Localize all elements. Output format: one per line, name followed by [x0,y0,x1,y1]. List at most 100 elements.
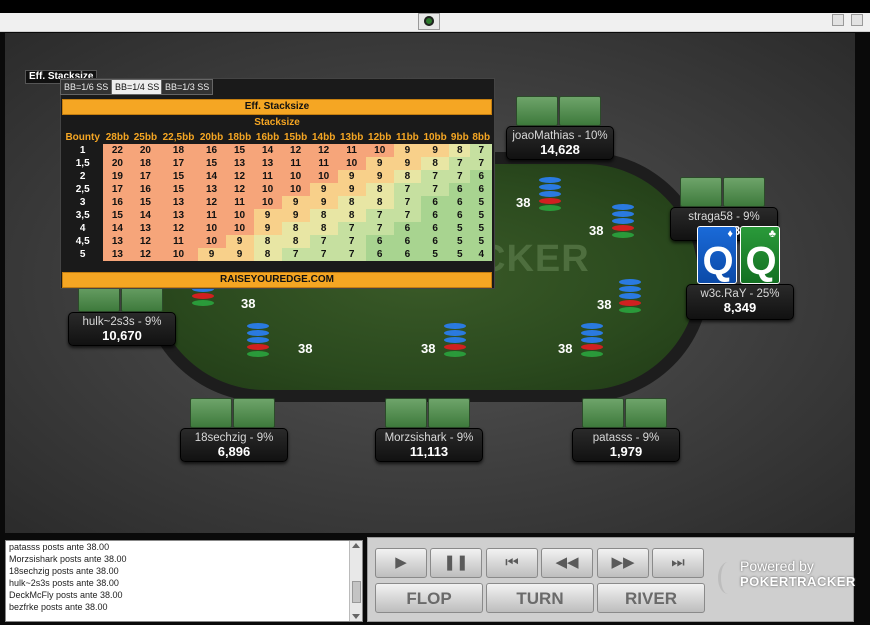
pause-icon[interactable]: ❚❚ [430,548,482,578]
table-cell: 10 [281,183,310,196]
table-cell: 7 [337,248,366,261]
card-back [559,96,601,126]
bet-amount: 38 [516,195,531,210]
table-cell: 6 [449,196,471,209]
table-cell: 5 [449,222,471,235]
table-cell: 18 [131,157,160,170]
table-cell: 10 [197,235,226,248]
table-cell: 13 [131,222,160,235]
chip-stack [581,322,603,358]
table-cell: 9 [253,209,282,222]
table-cell: 6 [365,248,394,261]
table-cell: 7 [309,248,338,261]
table-cell: 7 [470,157,492,170]
chip-stack [444,322,466,358]
column-header: 22,5bb [162,131,195,143]
player-stack: 6,896 [217,444,251,459]
table-cell: 9 [337,183,366,196]
seat-4[interactable]: patasss - 9% 1,979 [572,398,680,462]
skip-end-icon[interactable]: ⏭ [652,548,704,578]
app-icon[interactable] [418,13,440,30]
table-cell: 13 [159,196,198,209]
seat-5[interactable]: Morzsishark - 9% 11,113 [375,398,483,462]
tab-bb-1-4[interactable]: BB=1/4 SS [111,79,164,95]
player-plate: joaoMathias - 10% 14,628 [506,126,614,160]
table-cell: 7 [421,183,450,196]
player-name: patasss - 9% [592,432,660,444]
table-cell: 6 [449,183,471,196]
scroll-thumb[interactable] [352,581,361,603]
table-cell: 16 [103,196,132,209]
table-cell: 10 [197,222,226,235]
fast-forward-icon[interactable]: ▶▶ [597,548,649,578]
table-cell: 12 [131,235,160,248]
player-plate: hulk~2s3s - 9% 10,670 [68,312,176,346]
restore-icon[interactable] [832,14,844,26]
card-rank: Q [745,239,777,283]
chip-stack [192,285,214,321]
seat-7[interactable]: hulk~2s3s - 9% 10,670 [68,282,176,350]
tab-bb-1-6[interactable]: BB=1/6 SS [60,79,113,95]
play-icon[interactable]: ▶ [375,548,427,578]
table-cell: 12 [225,170,254,183]
table-cell: 8 [253,235,282,248]
column-header: 16bb [255,131,280,143]
table-cell: 8 [281,222,310,235]
table-cell: 20 [131,144,160,157]
column-header: 25bb [133,131,158,143]
table-cell: 7 [365,222,394,235]
flop-button[interactable]: FLOP [375,583,483,613]
table-cell: 6 [393,222,422,235]
close-icon[interactable] [851,14,863,26]
table-row: 4,5 13 12 11 10 9 8 8 7 7 6 6 6 5 5 [62,235,492,248]
turn-button[interactable]: TURN [486,583,594,613]
table-cell: 14 [197,170,226,183]
table-cell: 7 [449,170,471,183]
table-cell: 9 [365,157,394,170]
column-header: 28bb [105,131,130,143]
column-header: 20bb [199,131,224,143]
seat-6[interactable]: 18sechzig - 9% 6,896 [180,398,288,462]
seat-3-hero[interactable]: w3c.RaY - 25% 8,349 [686,284,794,320]
table-row: 2 19 17 15 14 12 11 10 10 9 9 8 7 7 6 [62,170,492,183]
table-cell: 12 [131,248,160,261]
table-cell: 13 [253,157,282,170]
player-name: Morzsishark - 9% [384,432,474,444]
table-cell: 7 [365,209,394,222]
table-cell: 14 [253,144,282,157]
card-back [385,398,427,428]
table-cell: 8 [337,209,366,222]
player-plate: patasss - 9% 1,979 [572,428,680,462]
seat-1[interactable]: joaoMathias - 10% 14,628 [506,96,614,160]
rewind-icon[interactable]: ◀◀ [541,548,593,578]
row-header: 3,5 [62,209,104,222]
table-cell: 7 [309,235,338,248]
table-row: 3,5 15 14 13 11 10 9 9 8 8 7 7 6 6 5 [62,209,492,222]
player-name: joaoMathias - 10% [512,130,608,142]
table-cell: 9 [393,157,422,170]
player-plate: Morzsishark - 9% 11,113 [375,428,483,462]
bet-amount: 38 [421,341,436,356]
table-cell: 12 [197,196,226,209]
river-button[interactable]: RIVER [597,583,705,613]
player-name: hulk~2s3s - 9% [82,316,162,328]
log-line: hulk~2s3s posts ante 38.00 [9,578,119,588]
table-cell: 8 [309,222,338,235]
table-cell: 11 [253,170,282,183]
player-plate: 18sechzig - 9% 6,896 [180,428,288,462]
hand-history-log[interactable]: patasss posts ante 38.00 Morzsishark pos… [5,540,363,622]
table-row: 1,5 20 18 17 15 13 13 11 11 10 9 9 8 7 7 [62,157,492,170]
card-rank: Q [702,239,734,283]
table-cell: 14 [131,209,160,222]
skip-start-icon[interactable]: ⏮ [486,548,538,578]
tab-bb-1-3[interactable]: BB=1/3 SS [161,79,214,95]
chip-stack [539,176,561,212]
table-cell: 9 [281,196,310,209]
log-scrollbar[interactable] [349,541,362,621]
table-cell: 7 [470,144,492,157]
column-header: 13bb [340,131,364,143]
table-cell: 8 [281,235,310,248]
table-cell: 9 [309,183,338,196]
table-cell: 15 [159,183,198,196]
table-cell: 11 [309,157,338,170]
